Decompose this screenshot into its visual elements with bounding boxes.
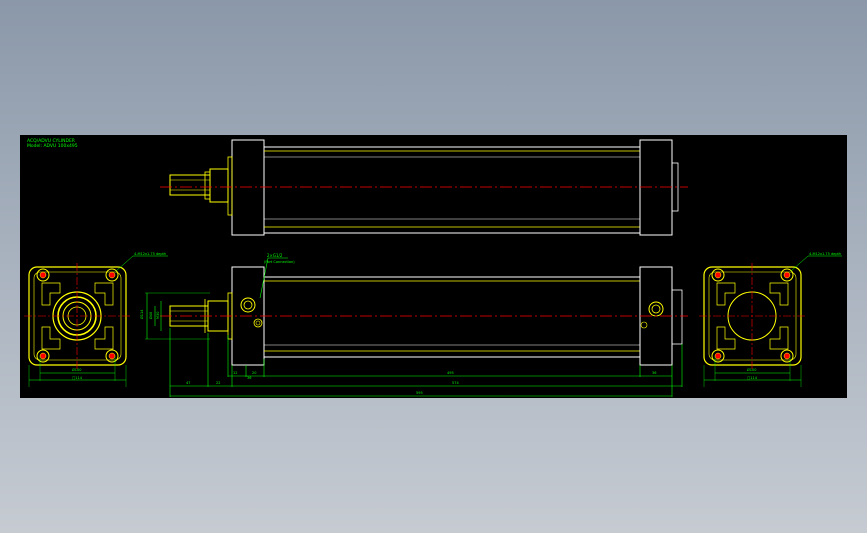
- dim-b: 22: [216, 381, 220, 385]
- dimension-lines: [169, 328, 683, 397]
- dim-body: 495: [447, 371, 454, 375]
- right-outer-dim: □114: [747, 376, 758, 380]
- front-port: [240, 297, 256, 313]
- left-inner-dim: Ø100: [72, 367, 81, 372]
- rear-port: [648, 301, 664, 317]
- dim-total-inner: 574: [452, 381, 459, 385]
- left-thread-note: 4-M12x1.75 depth: [134, 252, 166, 256]
- dim-e: 36: [247, 376, 251, 380]
- top-rod: [169, 174, 211, 196]
- port-note-1: 2×G1/2: [267, 253, 283, 258]
- rod-dia-dim: Ø40: [148, 312, 153, 319]
- right-end-view: Ø100 □114 4-M12x1.75 depth: [699, 252, 842, 387]
- top-view: [160, 139, 688, 236]
- top-tube: [263, 146, 641, 234]
- top-rear-head: [639, 139, 673, 236]
- front-view: 2×G1/2 (Port Connection) Ø114 Ø40 M30 12…: [139, 253, 688, 397]
- right-inner-dim: Ø100: [747, 367, 756, 372]
- top-gland: [209, 168, 229, 203]
- title-line-2: Model: ADVU 100x495: [27, 143, 78, 149]
- dim-c: 12: [233, 371, 237, 375]
- cylinder-drawing: ACQ/ADVU CYLINDER Model: ADVU 100x495 2×…: [24, 138, 842, 397]
- port-note-2: (Port Connection): [264, 260, 295, 264]
- top-front-head: [231, 139, 265, 236]
- dim-f: 36: [652, 371, 656, 375]
- dim-total: 595: [416, 391, 423, 395]
- dim-d: 20: [252, 371, 256, 375]
- dim-a: 47: [186, 381, 190, 385]
- thread-dim: M30: [156, 312, 160, 319]
- cad-drawing-viewport[interactable]: ACQ/ADVU CYLINDER Model: ADVU 100x495 2×…: [20, 135, 847, 398]
- left-outer-dim: □114: [72, 376, 83, 380]
- bore-dim: Ø114: [139, 309, 144, 319]
- left-end-view: Ø100 □114 4-M12x1.75 depth: [24, 252, 168, 387]
- right-thread-note: 4-M12x1.75 depth: [809, 252, 841, 256]
